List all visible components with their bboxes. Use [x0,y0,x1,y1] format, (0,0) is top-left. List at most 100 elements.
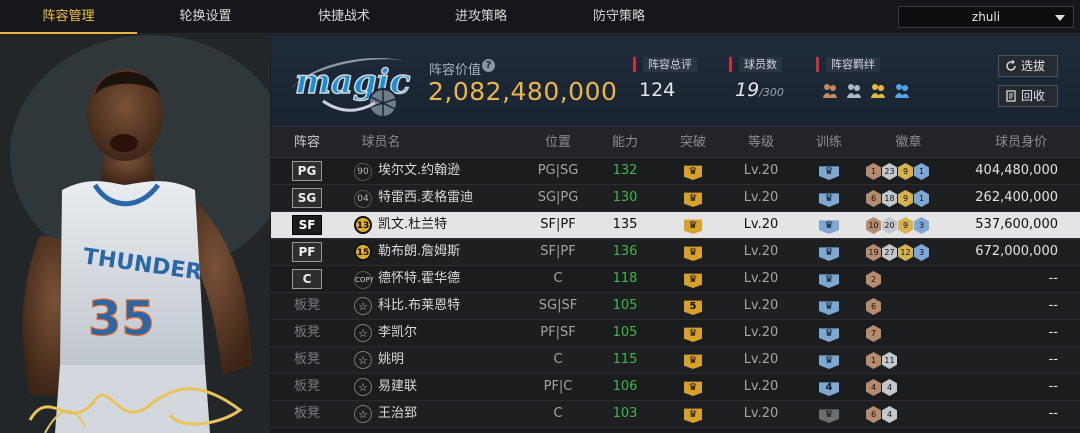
badge-bronze-icon[interactable]: 6 [866,406,881,423]
table-row[interactable]: PF 15 勒布朗.詹姆斯 SF|PF 136 ♛ Lv.20 ♛ 19 27 12 3 672,000… [271,239,1080,266]
crown-icon[interactable]: ♛ [684,381,702,396]
training-icon[interactable]: ♛ [819,220,839,234]
column-header-breakthrough[interactable]: 突破 [667,128,719,158]
chemistry-bronze-icon[interactable] [821,81,839,99]
table-row[interactable]: PG 90 埃尔文.约翰逊 PG|SG 132 ♛ Lv.20 ♛ 1 23 9 1 404,480,0… [271,158,1080,185]
badge-bronze-icon[interactable]: 1 [866,163,881,180]
column-header-player-value[interactable]: 球员身价 [971,128,1071,158]
tab-defense-strategy[interactable]: 防守策略 [548,0,690,34]
badge-silver-icon[interactable]: 4 [882,406,897,423]
table-row[interactable]: 板凳 ☆ 姚明 C 115 ♛ Lv.20 ♛ 1 11 -- [271,347,1080,374]
table-row[interactable]: SG 04 特雷西.麦格雷迪 SG|PG 130 ♛ Lv.20 ♛ 6 18 9 1 262,400,… [271,185,1080,212]
training-cell: ♛ [798,320,860,346]
badges-cell: 6 18 9 1 [866,185,951,211]
training-icon[interactable]: ♛ [819,166,839,180]
crown-icon[interactable]: ♛ [684,165,702,180]
player-rating: 105 [612,325,638,340]
player-rating: 106 [612,379,638,394]
tab-offense-strategy[interactable]: 进攻策略 [414,0,548,34]
breakthrough-cell: ♛ [667,239,719,265]
tab-quick-tactics[interactable]: 快捷战术 [274,0,414,34]
chemistry-silver-icon[interactable] [845,81,863,99]
player-name: 埃尔文.约翰逊 [378,163,461,178]
column-header-player-name[interactable]: 球员名 [351,128,411,158]
badge-blue-icon[interactable]: 3 [914,244,929,261]
player-level: Lv.20 [743,217,779,232]
badge-bronze-icon[interactable]: 19 [866,244,881,261]
training-icon[interactable]: 4 [819,382,839,396]
training-icon[interactable]: ♛ [819,247,839,261]
badge-bronze-icon[interactable]: 6 [866,298,881,315]
crown-icon[interactable]: ♛ [684,219,702,234]
badge-gold-icon[interactable]: 12 [898,244,913,261]
table-row[interactable]: C COPY 德怀特.霍华德 C 118 ♛ Lv.20 ♛ 2 -- [271,266,1080,293]
player-position: SG|SF [538,298,578,313]
badge-bronze-icon[interactable]: 6 [866,190,881,207]
column-header-level[interactable]: 等级 [726,128,796,158]
training-cell: ♛ [798,401,860,427]
training-icon[interactable]: ♛ [819,193,839,207]
table-row[interactable]: SF 13 凯文.杜兰特 SF|PF 135 ♛ Lv.20 ♛ 10 20 9 3 537,600,0… [271,212,1080,239]
training-cell: ♛ [798,158,860,184]
badge-silver-icon[interactable]: 20 [882,217,897,234]
column-header-training[interactable]: 训练 [798,128,860,158]
recycle-button[interactable]: 回收 [998,85,1058,107]
training-cell: ♛ [798,347,860,373]
table-row[interactable]: 板凳 ☆ 易建联 PF|C 106 ♛ Lv.20 4 4 4 -- [271,374,1080,401]
jersey-number-cell: ☆ [353,401,373,427]
player-level: Lv.20 [743,163,779,178]
help-icon[interactable]: ? [482,59,495,72]
crown-icon[interactable]: ♛ [684,327,702,342]
column-header-position[interactable]: 位置 [519,128,597,158]
training-icon[interactable]: ♛ [819,355,839,369]
tab-rotation-settings[interactable]: 轮换设置 [137,0,274,34]
badge-bronze-icon[interactable]: 1 [866,352,881,369]
training-icon[interactable]: ♛ [819,409,839,423]
column-header-lineup[interactable]: 阵容 [271,128,343,158]
select-button[interactable]: 选拔 [998,55,1058,77]
badge-bronze-icon[interactable]: 4 [866,379,881,396]
badge-gold-icon[interactable]: 9 [898,190,913,207]
badge-bronze-icon[interactable]: 2 [866,271,881,288]
table-row[interactable]: 板凳 ☆ 王治郅 C 103 ♛ Lv.20 ♛ 6 4 -- [271,401,1080,428]
badge-silver-icon[interactable]: 18 [882,190,897,207]
crown-icon[interactable]: ♛ [684,273,702,288]
chemistry-gold-icon[interactable] [869,81,887,99]
training-icon[interactable]: ♛ [819,274,839,288]
badge-blue-icon[interactable]: 1 [914,190,929,207]
badge-bronze-icon[interactable]: 7 [866,325,881,342]
table-row[interactable]: 板凳 ☆ 李凯尔 PF|SF 105 ♛ Lv.20 ♛ 7 -- [271,320,1080,347]
crown-icon[interactable]: ♛ [684,192,702,207]
badge-silver-icon[interactable]: 27 [882,244,897,261]
badge-bronze-icon[interactable]: 10 [866,217,881,234]
crown-icon[interactable]: ♛ [684,246,702,261]
badge-gold-icon[interactable]: 9 [898,217,913,234]
badge-blue-icon[interactable]: 3 [914,217,929,234]
player-portrait-art: THUNDER 35 [0,35,270,433]
badge-gold-icon[interactable]: 9 [898,163,913,180]
table-row[interactable]: 板凳 ☆ 科比.布莱恩特 SG|SF 105 5 Lv.20 ♛ 6 -- [271,293,1080,320]
lineup-slot: 板凳 [271,293,343,319]
badge-silver-icon[interactable]: 23 [882,163,897,180]
svg-text:35: 35 [88,291,155,347]
badge-silver-icon[interactable]: 4 [882,379,897,396]
player-name: 德怀特.霍华德 [378,271,461,286]
crown-icon[interactable]: 5 [684,300,702,315]
lineup-slot: 板凳 [271,320,343,346]
tab-lineup-management[interactable]: 阵容管理 [0,0,137,34]
crown-icon[interactable]: ♛ [684,408,702,423]
badge-silver-icon[interactable]: 11 [882,352,897,369]
chevron-down-icon [1055,15,1065,21]
chemistry-blue-icon[interactable] [893,81,911,99]
column-header-badges[interactable]: 徽章 [866,128,951,158]
lineup-slot: 板凳 [271,347,343,373]
training-icon[interactable]: ♛ [819,328,839,342]
column-header-rating[interactable]: 能力 [597,128,653,158]
player-value: 672,000,000 [975,244,1058,259]
account-dropdown[interactable]: zhuli [898,6,1074,28]
breakthrough-cell: ♛ [667,185,719,211]
training-icon[interactable]: ♛ [819,301,839,315]
crown-icon[interactable]: ♛ [684,354,702,369]
player-level: Lv.20 [743,271,779,286]
badge-blue-icon[interactable]: 1 [914,163,929,180]
